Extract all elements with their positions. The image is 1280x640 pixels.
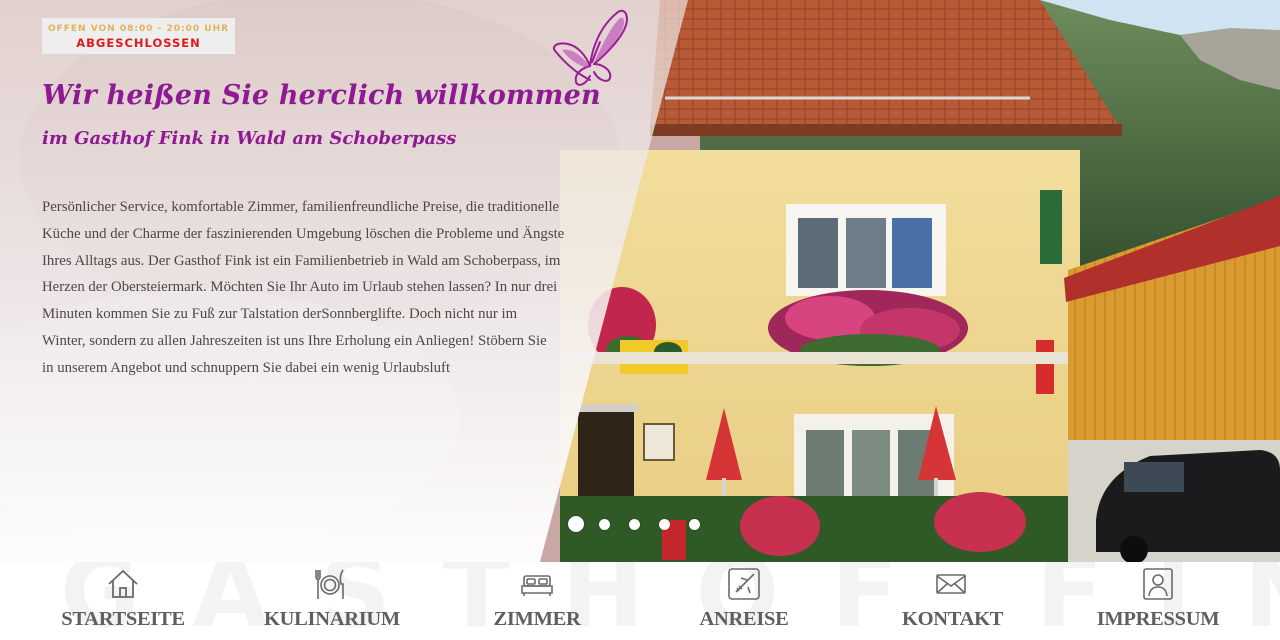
intro-line: Winter, sondern zu allen Jahreszeiten is… (42, 332, 547, 349)
home-icon (108, 569, 138, 598)
slider-dots (568, 514, 719, 534)
hero-slider: OFFEN VON 08:00 - 20:00 UHR ABGESCHLOSSE… (0, 0, 1280, 562)
nav-startseite[interactable]: STARTSEITE (60, 566, 186, 636)
nav-anreise[interactable]: ANREISE (698, 566, 790, 636)
intro-line: Herzen der Obersteiermark. Möchten Sie I… (42, 279, 558, 296)
nav-kulinarium[interactable]: KULINARIUM (264, 566, 400, 636)
status-closed-text: ABGESCHLOSSEN (76, 36, 201, 50)
main-nav: GASTHOF FINK STARTSEITE KULINARIUM ZIMME… (0, 562, 1280, 640)
bed-icon (521, 575, 553, 596)
nav-label: IMPRESSUM (1096, 608, 1220, 630)
intro-line: Persönlicher Service, komfortable Zimmer… (42, 199, 560, 215)
page-subtitle: im Gasthof Fink in Wald am Schoberpass (42, 128, 457, 149)
nav-impressum[interactable]: IMPRESSUM (1096, 566, 1220, 636)
slider-dot[interactable] (599, 518, 610, 530)
nav-label: STARTSEITE (61, 608, 185, 630)
person-icon (1143, 568, 1173, 600)
nav-label: KULINARIUM (264, 608, 400, 630)
nav-label: ZIMMER (493, 608, 581, 630)
slider-dot[interactable] (629, 518, 640, 530)
intro-line: Küche und der Charme der faszinierenden … (42, 225, 565, 242)
opening-status-badge: OFFEN VON 08:00 - 20:00 UHR ABGESCHLOSSE… (42, 18, 235, 54)
intro-text: Persönlicher Service, komfortable Zimmer… (42, 194, 582, 382)
slider-dot[interactable] (568, 516, 584, 532)
butterfly-logo-icon (552, 9, 628, 86)
intro-line: Ihres Alltags aus. Der Gasthof Fink ist … (42, 252, 561, 269)
nav-label: KONTAKT (902, 608, 1004, 630)
opening-hours-text: OFFEN VON 08:00 - 20:00 UHR (47, 24, 230, 34)
slider-dot[interactable] (659, 518, 670, 530)
intro-line: in unserem Angebot und schnuppern Sie da… (42, 359, 451, 376)
cutlery-icon (315, 569, 344, 599)
airplane-icon (728, 568, 760, 600)
nav-zimmer[interactable]: ZIMMER (490, 566, 584, 636)
slider-dot[interactable] (689, 518, 700, 530)
nav-label: ANREISE (699, 608, 789, 630)
nav-kontakt[interactable]: KONTAKT (902, 566, 1004, 636)
page-title: Wir heißen Sie herclich willkommen (42, 80, 601, 111)
envelope-icon (936, 574, 966, 594)
intro-line: Minuten kommen Sie zu Fuß zur Talstation… (42, 306, 518, 323)
